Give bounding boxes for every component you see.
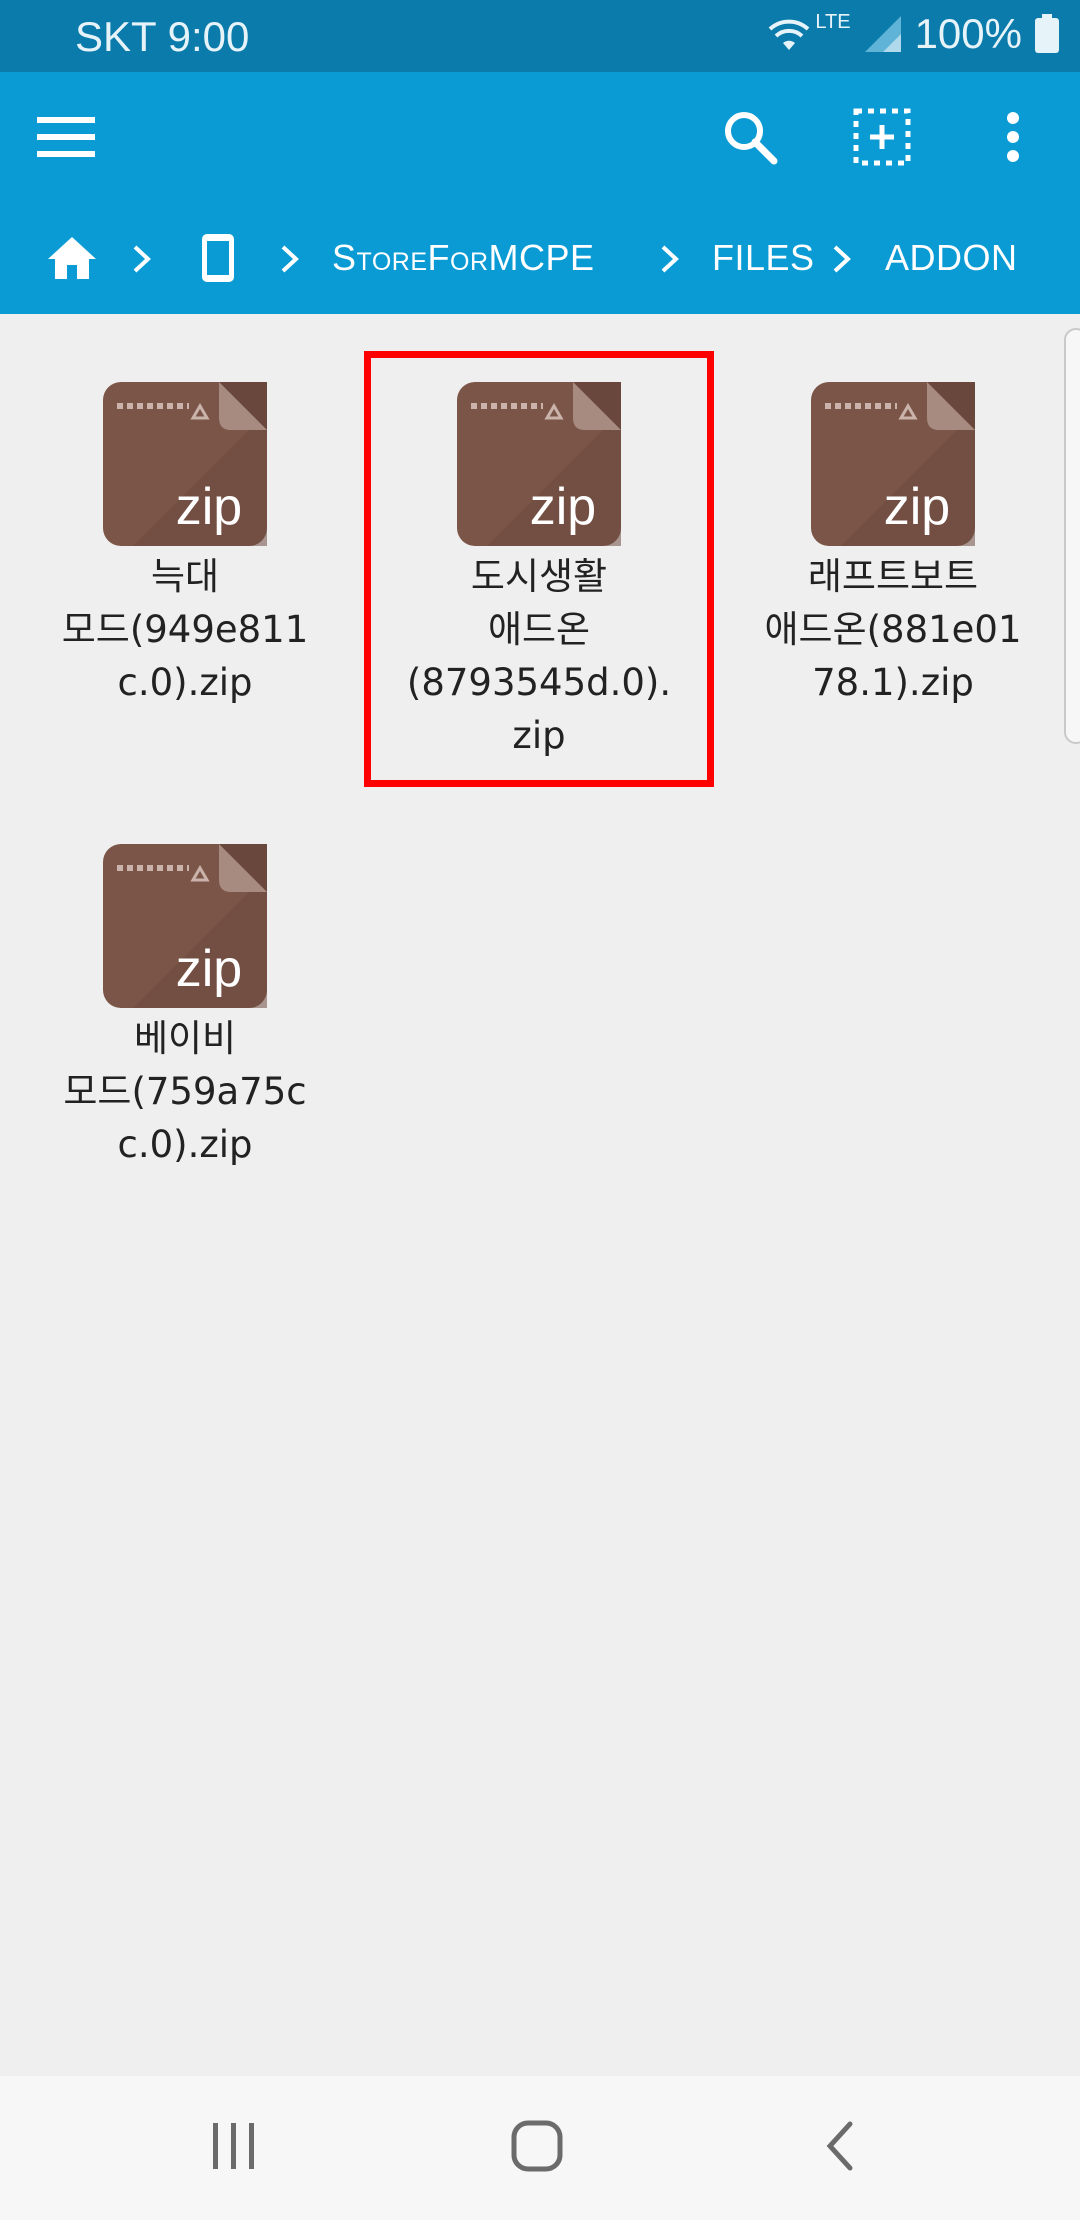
search-button[interactable] bbox=[702, 89, 798, 185]
select-add-icon bbox=[853, 108, 911, 166]
breadcrumb-device[interactable] bbox=[200, 202, 236, 314]
battery-percent: 100% bbox=[914, 10, 1022, 57]
file-item[interactable]: zip 래프트보트 애드온(881e01 78.1).zip bbox=[743, 382, 1043, 722]
file-name: 베이비 모드(759a75c c.0).zip bbox=[63, 1017, 307, 1166]
recent-apps-icon bbox=[213, 2123, 254, 2169]
zip-file-icon: zip bbox=[103, 382, 267, 546]
breadcrumb-label: ADDON bbox=[885, 237, 1018, 278]
wifi-icon bbox=[769, 19, 810, 50]
phone-icon bbox=[202, 234, 234, 282]
breadcrumb-home[interactable] bbox=[46, 202, 98, 314]
scroll-indicator[interactable] bbox=[1064, 328, 1080, 744]
search-icon bbox=[725, 112, 778, 165]
select-add-button[interactable] bbox=[834, 89, 930, 185]
chevron-right-icon bbox=[133, 245, 151, 273]
network-type: LTE bbox=[815, 10, 851, 33]
app-bar: StoreForMCPE FILES ADDON bbox=[0, 72, 1080, 314]
more-options-button[interactable] bbox=[965, 89, 1061, 185]
svg-text:zip: zip bbox=[176, 478, 242, 536]
breadcrumb-addon[interactable]: ADDON bbox=[885, 202, 1018, 314]
highlight-box bbox=[364, 351, 714, 787]
svg-text:zip: zip bbox=[884, 478, 950, 536]
more-vert-icon bbox=[1007, 112, 1019, 162]
carrier-time: SKT 9:00 bbox=[75, 13, 250, 60]
file-item[interactable]: zip 베이비 모드(759a75c c.0).zip bbox=[35, 844, 335, 1184]
breadcrumb-storeformcpe[interactable]: StoreForMCPE bbox=[332, 202, 595, 314]
chevron-right-icon bbox=[281, 245, 299, 273]
signal-icon bbox=[864, 16, 901, 52]
file-item[interactable]: zip 늑대 모드(949e811 c.0).zip bbox=[35, 382, 335, 722]
breadcrumb-files[interactable]: FILES bbox=[712, 202, 815, 314]
home-nav-icon bbox=[511, 2120, 563, 2172]
svg-text:zip: zip bbox=[176, 940, 242, 998]
zip-file-icon: zip bbox=[811, 382, 975, 546]
toolbar bbox=[0, 72, 1080, 202]
zip-file-icon: zip bbox=[103, 844, 267, 1008]
navigation-bar bbox=[0, 2076, 1080, 2220]
file-name: 래프트보트 애드온(881e01 78.1).zip bbox=[764, 555, 1022, 704]
menu-icon bbox=[37, 117, 95, 157]
breadcrumb: StoreForMCPE FILES ADDON bbox=[0, 202, 1080, 314]
home-icon bbox=[48, 237, 96, 279]
home-button[interactable] bbox=[477, 2096, 597, 2196]
status-icons: LTE 100% bbox=[767, 10, 1060, 58]
back-icon bbox=[826, 2121, 853, 2171]
chevron-right-icon bbox=[833, 245, 851, 273]
recent-apps-button[interactable] bbox=[174, 2096, 294, 2196]
back-button[interactable] bbox=[780, 2096, 900, 2196]
breadcrumb-label: StoreForMCPE bbox=[332, 237, 595, 278]
battery-icon bbox=[1035, 14, 1059, 53]
chevron-right-icon bbox=[661, 245, 679, 273]
status-bar: SKT 9:00 LTE 100% bbox=[0, 0, 1080, 72]
breadcrumb-label: FILES bbox=[712, 237, 815, 278]
menu-button[interactable] bbox=[18, 89, 114, 185]
file-name: 늑대 모드(949e811 c.0).zip bbox=[61, 555, 309, 704]
